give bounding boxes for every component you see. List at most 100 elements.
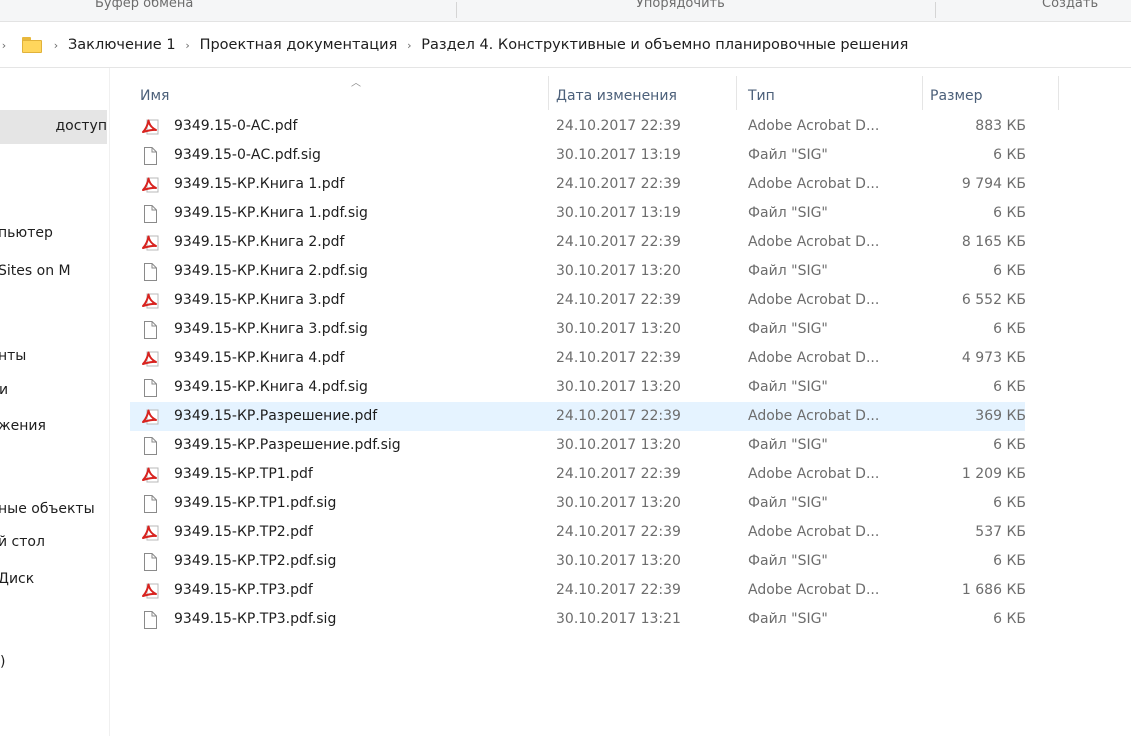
file-type: Adobe Acrobat D... bbox=[748, 234, 880, 250]
file-type: Файл "SIG" bbox=[748, 553, 828, 569]
column-header-size[interactable]: Размер bbox=[930, 88, 983, 104]
file-name: 9349.15-КР.Книга 2.pdf.sig bbox=[174, 263, 368, 279]
file-date-modified: 24.10.2017 22:39 bbox=[556, 350, 681, 366]
nav-item-drive[interactable]: ) bbox=[0, 646, 109, 680]
breadcrumb-chevron-icon[interactable]: › bbox=[0, 39, 12, 52]
file-type: Файл "SIG" bbox=[748, 147, 828, 163]
breadcrumb-chevron-icon[interactable]: › bbox=[178, 39, 198, 52]
file-row[interactable]: 9349.15-КР.Книга 2.pdf.sig 30.10.2017 13:… bbox=[130, 257, 1026, 286]
file-date-modified: 30.10.2017 13:20 bbox=[556, 495, 681, 511]
file-date-modified: 30.10.2017 13:19 bbox=[556, 147, 681, 163]
file-type: Файл "SIG" bbox=[748, 263, 828, 279]
column-divider[interactable] bbox=[548, 76, 549, 110]
file-row[interactable]: 9349.15-КР.Книга 4.pdf 24.10.2017 22:39 Ad… bbox=[130, 344, 1026, 373]
file-name: 9349.15-КР.ТР2.pdf bbox=[174, 524, 313, 540]
file-date-modified: 24.10.2017 22:39 bbox=[556, 408, 681, 424]
nav-item-downloads[interactable]: и bbox=[0, 374, 109, 408]
file-type: Adobe Acrobat D... bbox=[748, 408, 880, 424]
file-name: 9349.15-КР.Книга 3.pdf bbox=[174, 292, 345, 308]
file-list: ︿ Имя Дата изменения Тип Размер 9349.15-… bbox=[130, 68, 1131, 736]
file-row[interactable]: 9349.15-КР.Разрешение.pdf.sig 30.10.2017 … bbox=[130, 431, 1026, 460]
file-row[interactable]: 9349.15-КР.Книга 1.pdf 24.10.2017 22:39 Ad… bbox=[130, 170, 1026, 199]
nav-item-label: й стол bbox=[0, 534, 45, 550]
file-date-modified: 24.10.2017 22:39 bbox=[556, 466, 681, 482]
file-row[interactable]: 9349.15-0-АС.pdf 24.10.2017 22:39 Adobe Ac… bbox=[130, 112, 1026, 141]
file-size: 6 КБ bbox=[993, 379, 1026, 395]
file-row[interactable]: 9349.15-КР.Книга 4.pdf.sig 30.10.2017 13:… bbox=[130, 373, 1026, 402]
file-row[interactable]: 9349.15-0-АС.pdf.sig 30.10.2017 13:19 Файл… bbox=[130, 141, 1026, 170]
nav-item-desktop[interactable]: й стол bbox=[0, 526, 109, 560]
nav-item-label: доступ bbox=[55, 118, 107, 134]
file-row[interactable]: 9349.15-КР.Книга 3.pdf.sig 30.10.2017 13:… bbox=[130, 315, 1026, 344]
pdf-icon bbox=[140, 465, 160, 485]
file-icon bbox=[140, 262, 160, 282]
pdf-icon bbox=[140, 233, 160, 253]
file-name: 9349.15-КР.ТР3.pdf bbox=[174, 582, 313, 598]
file-date-modified: 30.10.2017 13:20 bbox=[556, 263, 681, 279]
pdf-icon bbox=[140, 175, 160, 195]
breadcrumb-chevron-icon[interactable]: › bbox=[399, 39, 419, 52]
file-name: 9349.15-0-АС.pdf.sig bbox=[174, 147, 321, 163]
file-row[interactable]: 9349.15-КР.ТР2.pdf 24.10.2017 22:39 Adobe … bbox=[130, 518, 1026, 547]
column-divider[interactable] bbox=[736, 76, 737, 110]
address-bar[interactable]: › › Заключение 1 › Проектная документаци… bbox=[0, 22, 1131, 68]
file-row[interactable]: 9349.15-КР.ТР2.pdf.sig 30.10.2017 13:20 Фа… bbox=[130, 547, 1026, 576]
file-row[interactable]: 9349.15-КР.ТР1.pdf.sig 30.10.2017 13:20 Фа… bbox=[130, 489, 1026, 518]
file-date-modified: 24.10.2017 22:39 bbox=[556, 176, 681, 192]
ribbon-separator bbox=[456, 2, 457, 18]
nav-item-3d-objects[interactable]: ные объекты bbox=[0, 493, 109, 527]
file-size: 6 552 КБ bbox=[961, 292, 1026, 308]
file-row[interactable]: 9349.15-КР.Книга 1.pdf.sig 30.10.2017 13:… bbox=[130, 199, 1026, 228]
column-divider[interactable] bbox=[1058, 76, 1059, 110]
breadcrumb: › › Заключение 1 › Проектная документаци… bbox=[0, 33, 910, 57]
file-date-modified: 30.10.2017 13:20 bbox=[556, 379, 681, 395]
column-header-date[interactable]: Дата изменения bbox=[556, 88, 677, 104]
breadcrumb-item[interactable]: Проектная документация bbox=[198, 37, 400, 53]
nav-item-pictures[interactable]: жения bbox=[0, 410, 109, 444]
nav-item-label: ные объекты bbox=[0, 501, 95, 517]
nav-item-documents[interactable]: нты bbox=[0, 340, 109, 374]
ribbon-group-clipboard: Буфер обмена bbox=[95, 0, 194, 11]
nav-item-computer[interactable]: пьютер bbox=[0, 217, 109, 251]
file-row[interactable]: 9349.15-КР.ТР3.pdf 24.10.2017 22:39 Adobe … bbox=[130, 576, 1026, 605]
ribbon-group-organize: Упорядочить bbox=[636, 0, 725, 11]
file-size: 369 КБ bbox=[975, 408, 1026, 424]
nav-item-label: и bbox=[0, 382, 8, 398]
file-row[interactable]: 9349.15-КР.Книга 3.pdf 24.10.2017 22:39 Ad… bbox=[130, 286, 1026, 315]
file-type: Adobe Acrobat D... bbox=[748, 350, 880, 366]
file-type: Файл "SIG" bbox=[748, 205, 828, 221]
file-row[interactable]: 9349.15-КР.ТР3.pdf.sig 30.10.2017 13:21 Фа… bbox=[130, 605, 1026, 634]
file-row[interactable]: 9349.15-КР.Книга 2.pdf 24.10.2017 22:39 Ad… bbox=[130, 228, 1026, 257]
file-size: 6 КБ bbox=[993, 553, 1026, 569]
column-header-type[interactable]: Тип bbox=[748, 88, 775, 104]
file-date-modified: 30.10.2017 13:20 bbox=[556, 553, 681, 569]
nav-item-label: нты bbox=[0, 348, 27, 364]
file-type: Adobe Acrobat D... bbox=[748, 466, 880, 482]
pdf-icon bbox=[140, 291, 160, 311]
breadcrumb-item[interactable]: Заключение 1 bbox=[66, 37, 178, 53]
file-row[interactable]: 9349.15-КР.ТР1.pdf 24.10.2017 22:39 Adobe … bbox=[130, 460, 1026, 489]
breadcrumb-item[interactable]: Раздел 4. Конструктивные и объемно плани… bbox=[419, 37, 910, 53]
file-icon bbox=[140, 204, 160, 224]
file-row[interactable]: 9349.15-КР.Разрешение.pdf 24.10.2017 22:3… bbox=[130, 402, 1026, 431]
column-divider[interactable] bbox=[922, 76, 923, 110]
nav-item-quick-access[interactable]: доступ bbox=[0, 110, 107, 144]
file-name: 9349.15-КР.ТР1.pdf.sig bbox=[174, 495, 337, 511]
file-size: 6 КБ bbox=[993, 611, 1026, 627]
pdf-icon bbox=[140, 407, 160, 427]
file-type: Adobe Acrobat D... bbox=[748, 582, 880, 598]
file-type: Файл "SIG" bbox=[748, 321, 828, 337]
breadcrumb-chevron-icon[interactable]: › bbox=[46, 39, 66, 52]
nav-item-sites[interactable]: Sites on M bbox=[0, 255, 109, 289]
pdf-icon bbox=[140, 523, 160, 543]
column-header-name[interactable]: Имя bbox=[140, 88, 169, 104]
pdf-icon bbox=[140, 117, 160, 137]
file-date-modified: 30.10.2017 13:20 bbox=[556, 437, 681, 453]
file-size: 6 КБ bbox=[993, 437, 1026, 453]
file-date-modified: 24.10.2017 22:39 bbox=[556, 582, 681, 598]
file-type: Adobe Acrobat D... bbox=[748, 176, 880, 192]
file-type: Файл "SIG" bbox=[748, 611, 828, 627]
file-size: 537 КБ bbox=[975, 524, 1026, 540]
nav-item-disk[interactable]: Диск bbox=[0, 563, 109, 597]
pdf-icon bbox=[140, 349, 160, 369]
